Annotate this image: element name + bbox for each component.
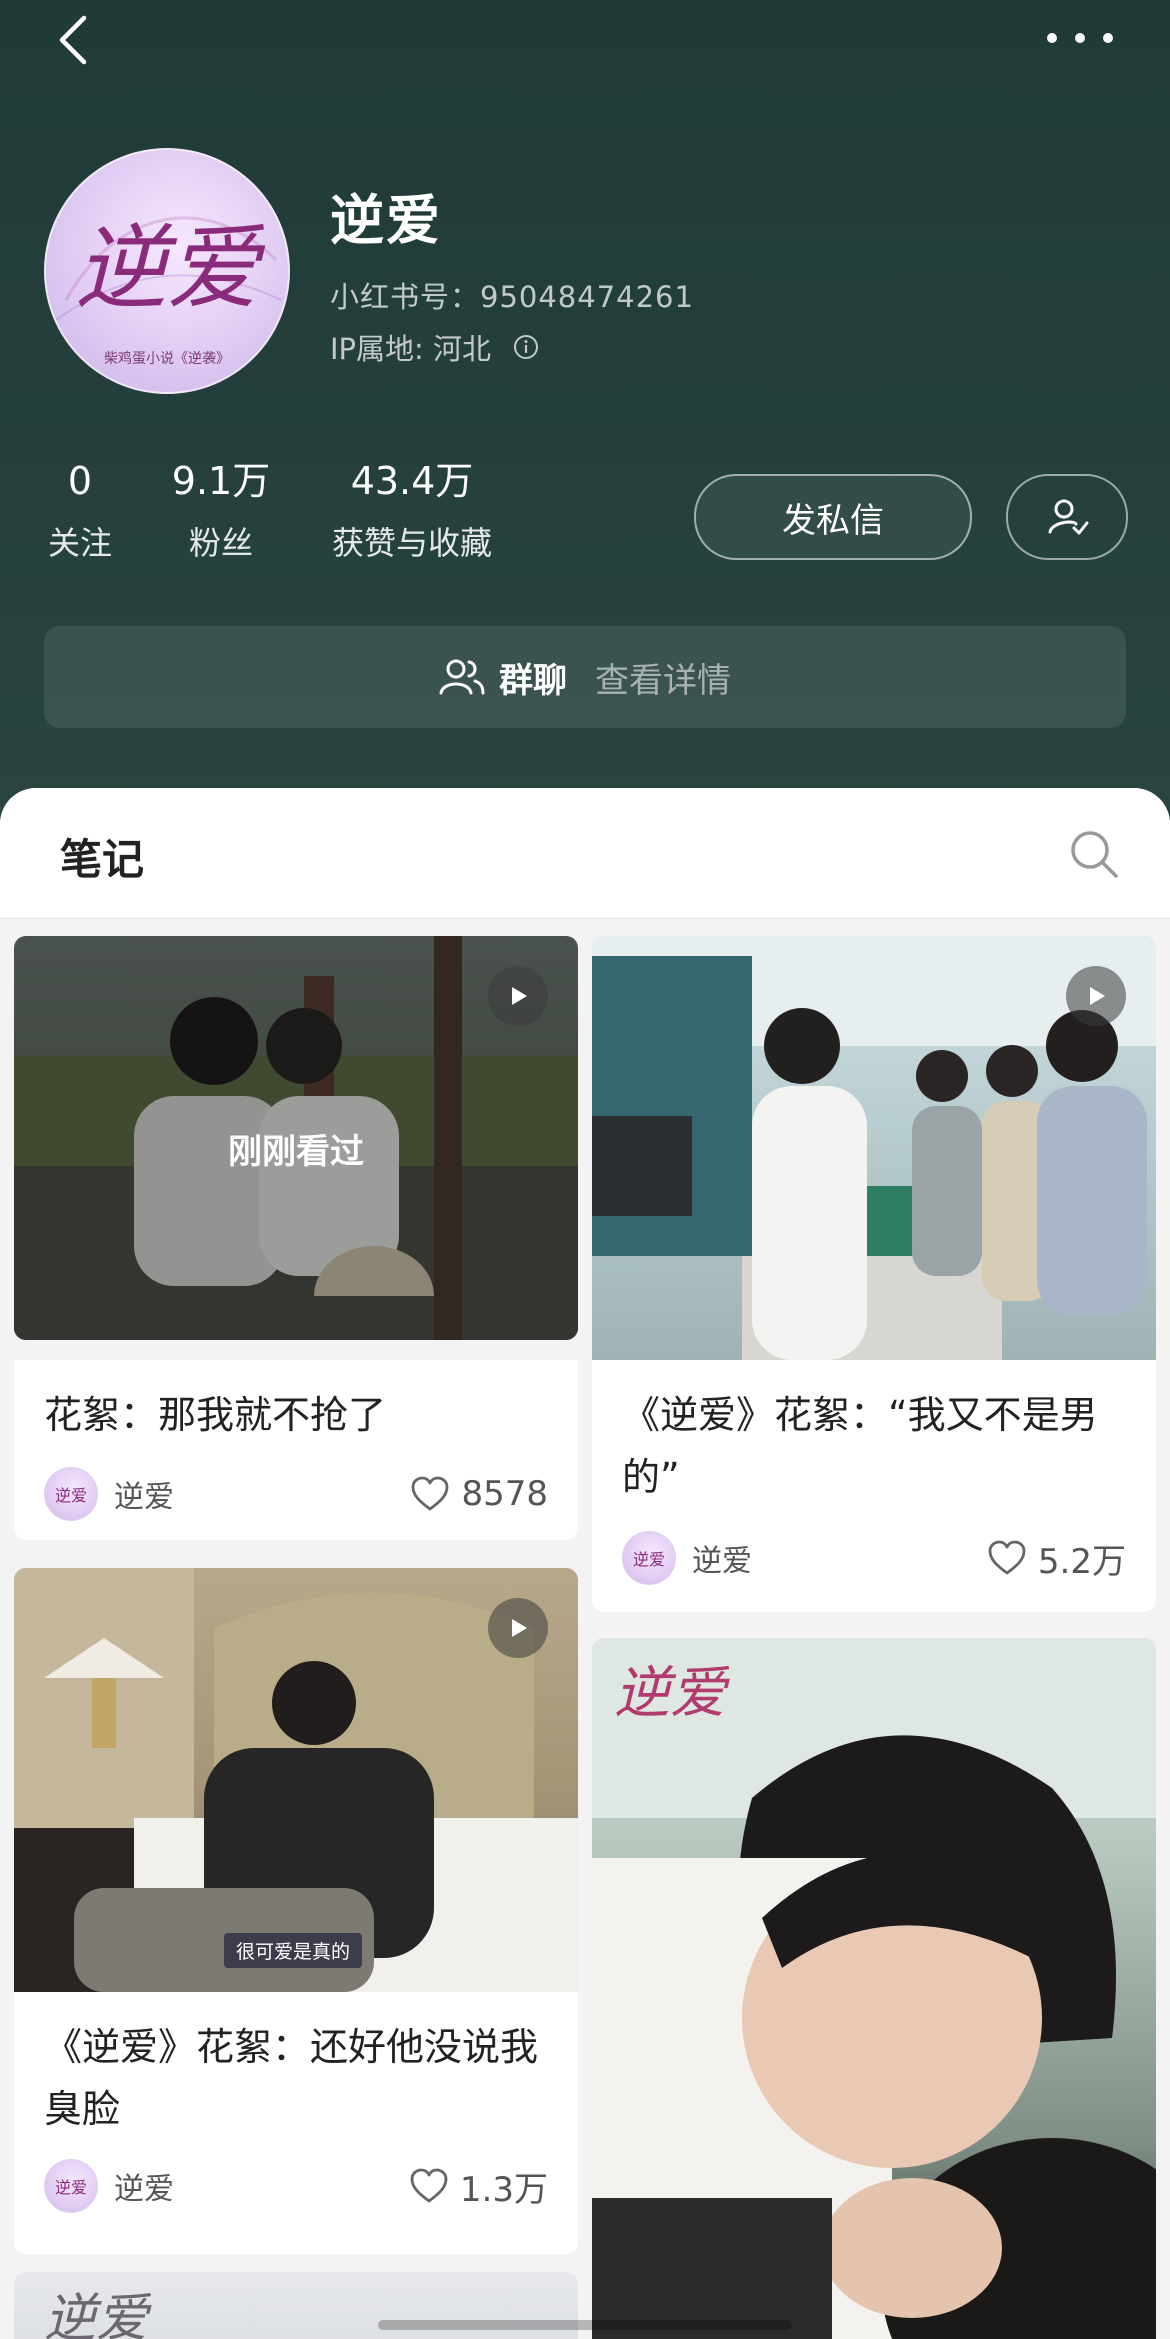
stat-following-value: 0 [67,459,93,503]
video-play-icon [488,1598,548,1658]
stat-likes-label: 获赞与收藏 [331,524,492,562]
author-name: 逆爱 [114,2172,174,2207]
author-avatar: 逆爱 [44,1467,98,1521]
like-count: 5.2万 [1037,1541,1126,1582]
group-users-icon [439,659,485,695]
home-indicator[interactable] [378,2320,792,2330]
note-meta: 逆爱 逆爱 5.2万 [622,1530,1126,1586]
profile-id: 小红书号：95048474261 [330,280,694,314]
profile-name: 逆爱 [330,189,442,252]
notes-sheet: 笔记 刚刚看过 花絮：那我就不抢了 逆爱 逆爱 8578 《逆爱》花絮：“我又不… [0,788,1170,2339]
note-card-3[interactable]: 很可爱是真的 《逆爱》花絮：还好他没说我臭脸 逆爱 逆爱 1.3万 [14,1568,578,2254]
video-play-icon [1066,966,1126,1026]
heart-icon[interactable] [409,1473,451,1515]
stat-likes[interactable]: 43.4万 获赞与收藏 [322,462,502,564]
note-meta: 逆爱 逆爱 8578 [44,1466,548,1522]
notes-tab-bar: 笔记 [0,788,1170,919]
stat-likes-value: 43.4万 [350,459,474,503]
stat-following-label: 关注 [47,524,112,562]
search-icon[interactable] [1068,828,1120,880]
note-card-4[interactable]: 逆爱 [592,1638,1156,2339]
image-watermark-title: 逆爱 [44,2289,149,2339]
note-title: 《逆爱》花絮：“我又不是男的” [622,1393,1098,1499]
stat-fans[interactable]: 9.1万 粉丝 [166,462,276,564]
avatar-title-text: 逆爱 [75,215,266,322]
svg-text:逆爱: 逆爱 [55,1486,87,1505]
tab-notes[interactable]: 笔记 [60,826,144,887]
avatar-caption: 柴鸡蛋小说《逆袭》 [104,351,230,367]
note-thumbnail [592,936,1156,1360]
note-title: 花絮：那我就不抢了 [44,1393,387,1437]
ip-location-text: IP属地: 河北 [330,332,492,366]
profile-avatar[interactable]: 逆爱 柴鸡蛋小说《逆袭》 [44,148,290,394]
scene-illustration [592,1638,1156,2339]
heart-icon[interactable] [986,1537,1028,1579]
stat-following[interactable]: 0 关注 [44,462,116,564]
more-options-icon[interactable] [1040,18,1120,58]
author-avatar: 逆爱 [44,2159,98,2213]
group-chat-detail-link[interactable]: 查看详情 [595,653,731,702]
group-chat-title: 群聊 [499,660,567,701]
like-count: 1.3万 [459,2169,548,2210]
heart-icon[interactable] [408,2165,450,2207]
follow-button[interactable] [1006,474,1128,560]
note-title: 《逆爱》花絮：还好他没说我臭脸 [44,2025,539,2131]
stat-fans-label: 粉丝 [188,524,253,562]
author-name: 逆爱 [114,1480,174,1515]
profile-ip-location: IP属地: 河北 [330,326,539,368]
profile-header: 逆爱 柴鸡蛋小说《逆袭》 逆爱 小红书号：95048474261 IP属地: 河… [0,0,1170,820]
author-name: 逆爱 [692,1544,752,1579]
group-chat-bar[interactable]: 群聊 查看详情 [44,626,1126,728]
stat-fans-value: 9.1万 [171,459,271,503]
info-icon[interactable] [513,334,539,360]
back-arrow-icon[interactable] [50,10,110,70]
author-avatar: 逆爱 [622,1531,676,1585]
note-thumbnail: 很可爱是真的 [14,1568,578,1992]
like-count: 8578 [461,1474,548,1514]
note-thumbnail: 逆爱 [592,1638,1156,2339]
note-meta: 逆爱 逆爱 1.3万 [44,2158,548,2214]
note-card-body-1[interactable]: 花絮：那我就不抢了 逆爱 逆爱 8578 [14,936,578,1540]
svg-text:逆爱: 逆爱 [633,1550,665,1569]
note-card-2[interactable]: 《逆爱》花絮：“我又不是男的” 逆爱 逆爱 5.2万 [592,936,1156,1612]
video-subtitle: 很可爱是真的 [224,1933,363,1968]
send-message-button[interactable]: 发私信 [694,474,972,560]
image-watermark-title: 逆爱 [614,1661,726,1726]
user-check-icon [1048,499,1089,535]
svg-text:逆爱: 逆爱 [55,2178,87,2197]
